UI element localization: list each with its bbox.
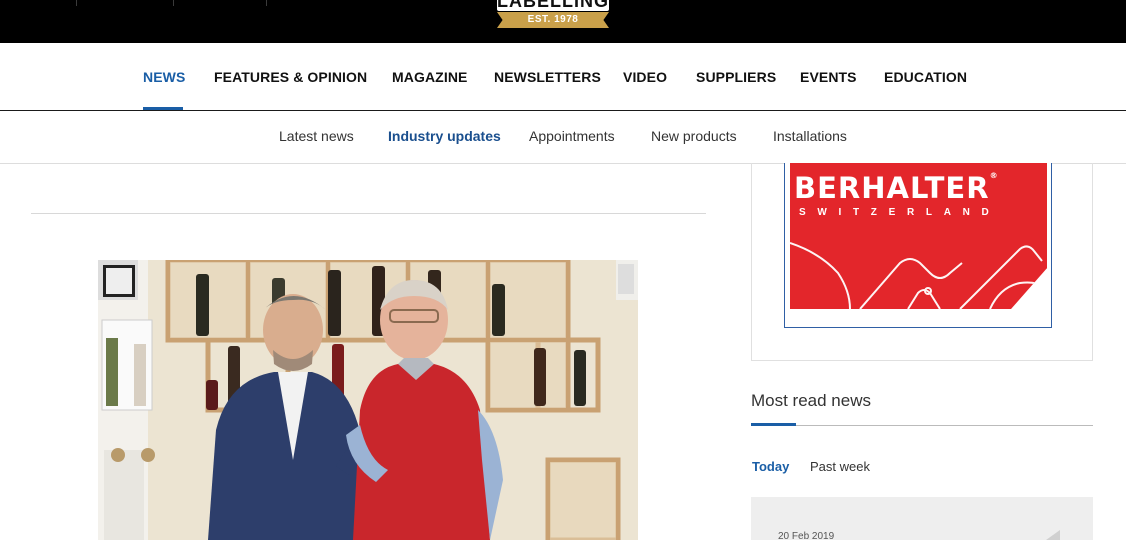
most-read-divider (751, 425, 1093, 426)
logo-wordmark: LABELLING (497, 0, 609, 11)
sub-nav-industry-updates[interactable]: Industry updates (388, 128, 501, 144)
sub-nav-appointments[interactable]: Appointments (529, 128, 615, 144)
sub-nav-new-products[interactable]: New products (651, 128, 737, 144)
item-corner-arrow-icon (1046, 530, 1060, 540)
top-bar: LABELLING EST. 1978 (0, 0, 1126, 43)
most-read-title: Most read news (751, 391, 871, 410)
article-photo-illustration (98, 260, 638, 540)
article-photo[interactable] (98, 260, 638, 540)
main-nav-magazine[interactable]: MAGAZINE (392, 69, 467, 85)
sub-nav: Latest news Industry updates Appointment… (0, 111, 1126, 163)
sub-nav-latest-news[interactable]: Latest news (279, 128, 354, 144)
top-bar-divider (266, 0, 267, 6)
most-read-item-date: 20 Feb 2019 (778, 531, 835, 540)
most-read-accent (751, 423, 796, 426)
most-read-tab-past-week[interactable]: Past week (810, 459, 870, 474)
logo-est-text: EST. 1978 (527, 14, 579, 25)
main-nav-news[interactable]: NEWS (143, 69, 185, 85)
main-nav-education[interactable]: EDUCATION (884, 69, 967, 85)
most-read-tab-today[interactable]: Today (752, 459, 789, 474)
sub-nav-installations[interactable]: Installations (773, 128, 847, 144)
main-nav: NEWS FEATURES & OPINION MAGAZINE NEWSLET… (0, 43, 1126, 110)
main-nav-newsletters[interactable]: NEWSLETTERS (494, 69, 601, 85)
logo-word-text: LABELLING (497, 0, 609, 11)
main-nav-video[interactable]: VIDEO (623, 69, 667, 85)
logo-ribbon: EST. 1978 (497, 12, 609, 28)
top-bar-divider (173, 0, 174, 6)
sidebar-ad-banner[interactable]: BERHALTER® SWITZERLAND (790, 163, 1047, 309)
main-nav-suppliers[interactable]: SUPPLIERS (696, 69, 776, 85)
top-bar-divider (76, 0, 77, 6)
main-nav-features-opinion[interactable]: FEATURES & OPINION (214, 69, 367, 85)
site-logo[interactable]: LABELLING EST. 1978 (497, 0, 609, 29)
ad-outline-graphic-icon (790, 242, 1043, 309)
main-nav-events[interactable]: EVENTS (800, 69, 857, 85)
article-divider (31, 213, 706, 214)
